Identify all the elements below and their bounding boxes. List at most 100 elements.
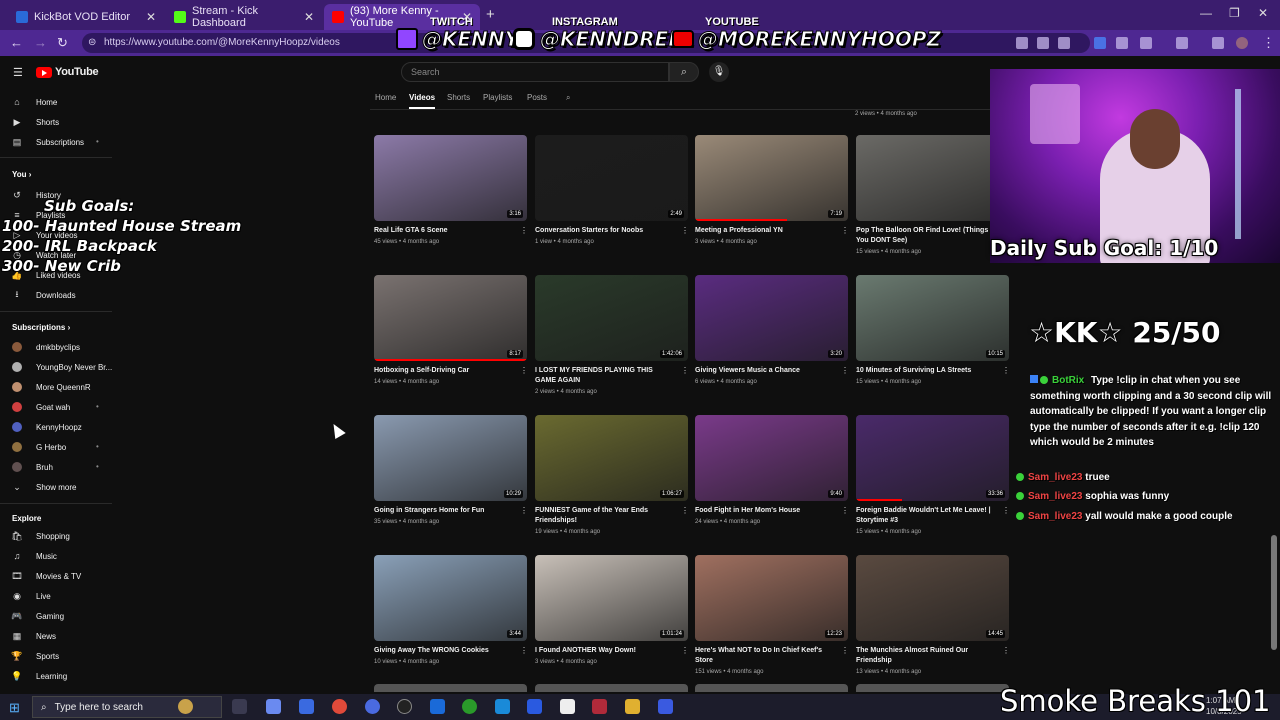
- scrollbar[interactable]: [1271, 535, 1277, 650]
- sidebar-item-subscription[interactable]: KennyHoopz: [12, 419, 82, 435]
- minimize-icon[interactable]: —: [1200, 6, 1212, 20]
- copilot-icon[interactable]: [266, 699, 281, 714]
- video-thumbnail[interactable]: 10:15: [856, 275, 1009, 361]
- app-icon[interactable]: [658, 699, 673, 714]
- video-title[interactable]: Food Fight in Her Mom's House: [695, 506, 835, 516]
- sidebar-item-shorts[interactable]: ▶ Shorts: [12, 114, 60, 130]
- sidebar-item-subscription[interactable]: Bruh: [12, 459, 53, 475]
- outlook-icon[interactable]: [430, 699, 445, 714]
- obs-icon[interactable]: [397, 699, 412, 714]
- video-menu-icon[interactable]: ⋮: [841, 366, 849, 375]
- tab-posts[interactable]: Posts: [527, 93, 547, 102]
- video-thumbnail[interactable]: 1:06:27: [535, 415, 688, 501]
- video-thumbnail[interactable]: 3:44: [374, 555, 527, 641]
- video-thumbnail[interactable]: 7:19: [695, 135, 848, 221]
- sidebar-item-subscription[interactable]: dmkbbyclips: [12, 339, 80, 355]
- video-menu-icon[interactable]: ⋮: [520, 226, 528, 235]
- video-menu-icon[interactable]: ⋮: [841, 506, 849, 515]
- sidebar-item-learning[interactable]: 💡 Learning: [11, 668, 67, 684]
- microphone-icon[interactable]: 🎙: [709, 62, 729, 82]
- tab-home[interactable]: Home: [375, 93, 396, 102]
- taskbar-search-input[interactable]: ⌕ Type here to search: [32, 696, 222, 718]
- video-thumbnail[interactable]: 3:16: [374, 135, 527, 221]
- chrome-icon[interactable]: [332, 699, 347, 714]
- video-menu-icon[interactable]: ⋮: [520, 366, 528, 375]
- video-title[interactable]: Giving Viewers Music a Chance: [695, 366, 835, 376]
- profile-avatar[interactable]: [1236, 37, 1248, 49]
- video-menu-icon[interactable]: ⋮: [520, 646, 528, 655]
- video-menu-icon[interactable]: ⋮: [520, 506, 528, 515]
- windows-start-icon[interactable]: ⊞: [9, 700, 20, 716]
- tab-kickbot[interactable]: KickBot VOD Editor ✕: [8, 4, 164, 30]
- video-title[interactable]: 10 Minutes of Surviving LA Streets: [856, 366, 996, 376]
- sidebar-item-downloads[interactable]: ⭳ Downloads: [12, 287, 75, 303]
- video-thumbnail[interactable]: 10:29: [374, 415, 527, 501]
- sidebar-item-subscription[interactable]: YoungBoy Never Br...: [12, 359, 112, 375]
- app-icon[interactable]: [495, 699, 510, 714]
- video-thumbnail[interactable]: 2:49: [535, 135, 688, 221]
- app-icon[interactable]: [365, 699, 380, 714]
- video-title[interactable]: I LOST MY FRIENDS PLAYING THIS GAME AGAI…: [535, 366, 675, 386]
- sidebar-item-live[interactable]: ◉ Live: [12, 588, 51, 604]
- extension-icon[interactable]: [1116, 37, 1128, 49]
- video-menu-icon[interactable]: ⋮: [1002, 366, 1010, 375]
- close-icon[interactable]: ✕: [1258, 6, 1268, 20]
- video-title[interactable]: Conversation Starters for Noobs: [535, 226, 675, 236]
- back-icon[interactable]: ←: [10, 35, 23, 50]
- video-title[interactable]: The Munchies Almost Ruined Our Friendshi…: [856, 646, 996, 666]
- hamburger-menu-icon[interactable]: ☰: [13, 66, 23, 79]
- tab-shorts[interactable]: Shorts: [447, 93, 470, 102]
- video-title[interactable]: Giving Away The WRONG Cookies: [374, 646, 514, 656]
- sidebar-icon[interactable]: [1176, 37, 1188, 49]
- tab-kick-dashboard[interactable]: Stream - Kick Dashboard ✕: [166, 4, 322, 30]
- video-title[interactable]: Meeting a Professional YN: [695, 226, 835, 236]
- video-thumbnail[interactable]: 8:17: [374, 275, 527, 361]
- video-title[interactable]: Foreign Baddie Wouldn't Let Me Leave! | …: [856, 506, 996, 526]
- video-thumbnail[interactable]: 1:42:06: [535, 275, 688, 361]
- sidebar-item-shopping[interactable]: 🛍 Shopping: [11, 528, 70, 544]
- video-menu-icon[interactable]: ⋮: [841, 226, 849, 235]
- video-thumbnail[interactable]: 1:01:24: [535, 555, 688, 641]
- widget-icon[interactable]: [178, 699, 193, 714]
- video-menu-icon[interactable]: ⋮: [681, 506, 689, 515]
- video-thumbnail[interactable]: [856, 684, 1009, 692]
- youtube-logo[interactable]: YouTube: [36, 66, 99, 78]
- sidebar-item-movies[interactable]: 🎞 Movies & TV: [11, 568, 81, 584]
- file-explorer-icon[interactable]: [625, 699, 640, 714]
- sidebar-item-sports[interactable]: 🏆 Sports: [11, 648, 59, 664]
- site-info-icon[interactable]: ⊜: [88, 33, 96, 53]
- video-title[interactable]: Real Life GTA 6 Scene: [374, 226, 514, 236]
- zoom-icon[interactable]: [1037, 37, 1049, 49]
- video-thumbnail[interactable]: [856, 135, 1009, 221]
- sidebar-item-subscription[interactable]: Goat wah: [12, 399, 70, 415]
- tab-videos[interactable]: Videos: [409, 93, 435, 102]
- video-menu-icon[interactable]: ⋮: [1002, 506, 1010, 515]
- menu-icon[interactable]: [1212, 37, 1224, 49]
- sidebar-item-music[interactable]: ♫ Music: [12, 548, 57, 564]
- maximize-icon[interactable]: ❐: [1229, 6, 1240, 20]
- sidebar-item-home[interactable]: ⌂ Home: [12, 94, 57, 110]
- video-title[interactable]: Here's What NOT to Do In Chief Keef's St…: [695, 646, 835, 666]
- video-menu-icon[interactable]: ⋮: [841, 646, 849, 655]
- video-menu-icon[interactable]: ⋮: [1002, 646, 1010, 655]
- sidebar-item-gaming[interactable]: 🎮 Gaming: [11, 608, 64, 624]
- reload-icon[interactable]: ↻: [57, 35, 68, 51]
- video-title[interactable]: I Found ANOTHER Way Down!: [535, 646, 675, 656]
- you-heading[interactable]: You ›: [12, 170, 31, 179]
- extensions-puzzle-icon[interactable]: [1140, 37, 1152, 49]
- xbox-icon[interactable]: [462, 699, 477, 714]
- more-menu-icon[interactable]: ⋮: [1262, 35, 1275, 51]
- search-input[interactable]: Search: [401, 62, 669, 82]
- capcut-icon[interactable]: [560, 699, 575, 714]
- video-menu-icon[interactable]: ⋮: [681, 366, 689, 375]
- video-thumbnail[interactable]: 12:23: [695, 555, 848, 641]
- video-thumbnail[interactable]: [535, 684, 688, 692]
- search-icon[interactable]: ⌕: [669, 62, 699, 82]
- extension-icon[interactable]: [1094, 37, 1106, 49]
- sidebar-item-subscription[interactable]: G Herbo: [12, 439, 66, 455]
- app-icon[interactable]: [527, 699, 542, 714]
- channel-search-icon[interactable]: ⌕: [566, 93, 570, 103]
- video-menu-icon[interactable]: ⋮: [681, 646, 689, 655]
- sidebar-item-subscriptions[interactable]: ▤ Subscriptions: [12, 134, 84, 150]
- sidebar-item-news[interactable]: ▦ News: [12, 628, 56, 644]
